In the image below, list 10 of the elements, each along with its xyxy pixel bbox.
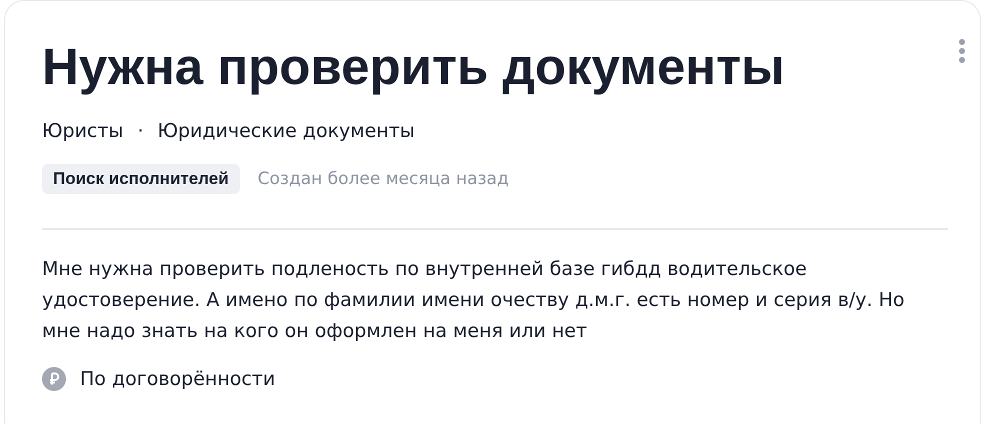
status-badge: Поиск исполнителей xyxy=(42,164,240,194)
ruble-icon xyxy=(42,367,66,391)
separator-dot: · xyxy=(137,119,144,143)
more-icon[interactable] xyxy=(958,39,966,63)
task-description: Мне нужна проверить подленость по внутренней базе гибдд водительское удостоверение. А имено по фамилии имени очеству д.м.г. есть номер и серия в/у. Но мне надо знать на кого он оформлен на меня или нет xyxy=(42,257,906,344)
task-title: Нужна проверить документы xyxy=(42,37,785,97)
created-time: Создан более месяца назад xyxy=(258,169,509,189)
category-link[interactable]: Юристы xyxy=(42,119,124,143)
category-link[interactable]: Юридические документы xyxy=(157,119,415,143)
price-text: По договорённости xyxy=(80,368,276,390)
